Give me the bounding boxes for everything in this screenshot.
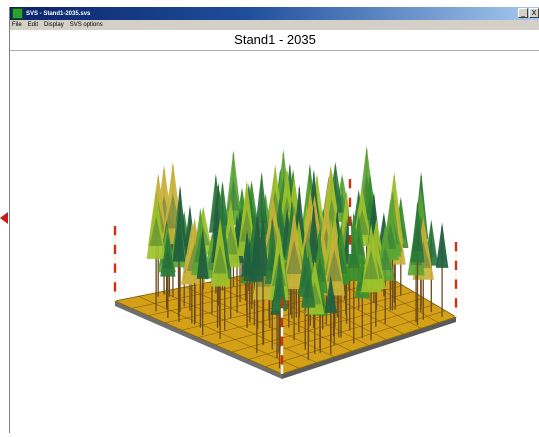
stand-visualization xyxy=(113,145,458,379)
corner-marker-segment xyxy=(348,216,352,226)
corner-marker-segment xyxy=(348,244,352,254)
corner-marker-segment xyxy=(348,179,352,189)
corner-marker-segment xyxy=(454,251,458,261)
corner-marker-segment xyxy=(280,336,284,346)
corner-marker-segment xyxy=(113,244,117,255)
stand-3d-viewport[interactable] xyxy=(10,51,539,433)
menu-file[interactable]: File xyxy=(10,22,25,28)
corner-marker-segment xyxy=(113,235,117,245)
corner-marker-segment xyxy=(348,207,352,217)
app-icon xyxy=(12,8,23,19)
corner-marker-segment xyxy=(280,317,284,328)
corner-marker-segment xyxy=(348,188,352,198)
corner-marker-segment xyxy=(454,307,458,317)
corner-marker-segment xyxy=(454,288,458,299)
view-title: Stand1 - 2035 xyxy=(10,31,539,51)
corner-marker-segment xyxy=(454,279,458,289)
corner-marker-segment xyxy=(113,226,117,236)
corner-marker-segment xyxy=(454,298,458,308)
app-window: SVS - Stand1-2035.svs _ X File Edit Disp… xyxy=(9,7,539,433)
corner-marker-segment xyxy=(348,235,352,245)
corner-marker-segment xyxy=(280,345,284,356)
red-pointer-arrow xyxy=(0,212,8,224)
corner-marker-segment xyxy=(113,254,117,264)
menu-edit[interactable]: Edit xyxy=(25,22,41,28)
corner-marker-segment xyxy=(454,242,458,252)
corner-marker-segment xyxy=(280,308,284,318)
window-title: SVS - Stand1-2035.svs xyxy=(26,10,91,17)
corner-marker-segment xyxy=(113,263,117,273)
title-bar[interactable]: SVS - Stand1-2035.svs _ X xyxy=(10,7,539,20)
corner-marker-segment xyxy=(348,225,352,236)
corner-marker-segment xyxy=(113,282,117,292)
close-button[interactable]: X xyxy=(529,8,539,18)
menu-svs-options[interactable]: SVS options xyxy=(67,22,106,28)
corner-marker-segment xyxy=(348,197,352,208)
corner-marker-segment xyxy=(454,270,458,280)
corner-marker-segment xyxy=(280,355,284,365)
corner-marker-segment xyxy=(280,327,284,337)
corner-marker-segment xyxy=(113,291,117,301)
menu-bar: File Edit Display SVS options xyxy=(10,20,539,30)
corner-marker-segment xyxy=(113,272,117,283)
corner-marker-segment xyxy=(280,364,284,374)
corner-marker-segment xyxy=(280,299,284,309)
window-controls: _ X xyxy=(518,8,539,18)
corner-marker-segment xyxy=(454,260,458,271)
menu-display[interactable]: Display xyxy=(41,22,67,28)
minimize-button[interactable]: _ xyxy=(518,8,528,18)
